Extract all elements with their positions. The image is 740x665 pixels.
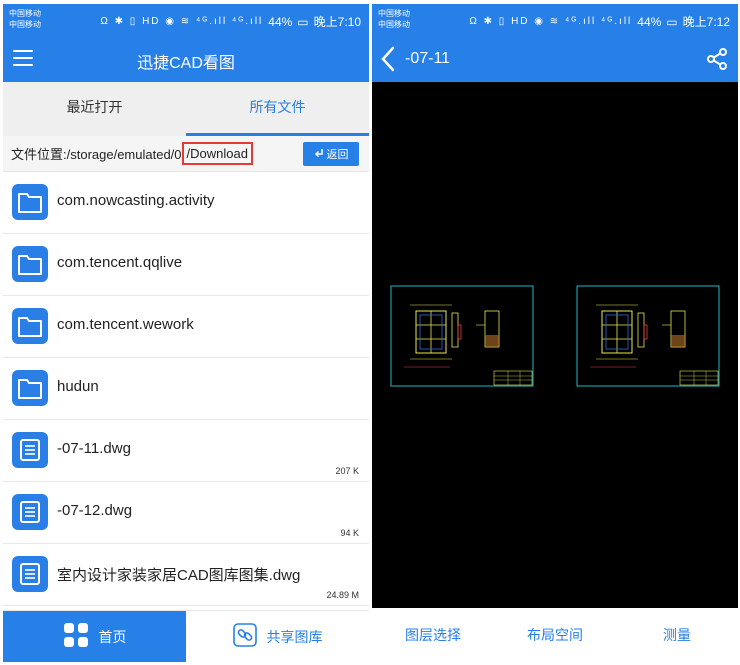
battery-icon: ▭ [297,14,309,29]
folder-icon [12,370,48,406]
clock: 晚上7:12 [682,15,730,29]
file-list: com.nowcasting.activity com.tencent.qqli… [3,172,369,606]
measure-button[interactable]: 测量 [616,608,738,662]
list-item[interactable]: -07-11.dwg 207 K [3,420,369,482]
folder-icon [12,308,48,344]
file-name: com.tencent.wework [57,316,194,333]
carrier-name: 中国移动 [378,9,410,18]
file-name: com.tencent.qqlive [57,254,183,271]
drawing-title: -07-11 [405,50,451,67]
carrier-name: 中国移动 [378,20,410,29]
viewer-header: -07-11 [372,36,738,82]
file-size: 24.89 M [326,590,359,600]
dwg-file-icon [12,494,48,530]
carrier-name: 中国移动 [9,20,41,29]
status-indicator-icons: Ω ✱ ▯ HD ◉ ≋ ⁴ᴳ.ıll ⁴ᴳ.ıll [469,16,633,27]
file-name: com.nowcasting.activity [57,192,215,209]
clock: 晚上7:10 [313,15,361,29]
nav-home-label: 首页 [98,628,127,645]
file-name: hudun [57,378,99,395]
tab-recent[interactable]: 最近打开 [3,82,186,136]
back-button-label: 返回 [326,149,349,161]
app-header: 迅捷CAD看图 [3,36,369,82]
battery-icon: ▭ [666,14,678,29]
file-name: -07-11.dwg [57,440,131,457]
folder-icon [12,246,48,282]
share-icon[interactable] [706,48,728,75]
layout-space-button[interactable]: 布局空间 [494,608,616,662]
nav-home[interactable]: 首页 [3,611,186,662]
tab-all-files[interactable]: 所有文件 [186,82,369,136]
carrier-info: 中国移动 中国移动 [378,8,410,30]
battery-level: 44% [268,14,293,29]
dwg-file-icon [12,556,48,592]
status-bar: 中国移动 中国移动 Ω ✱ ▯ HD ◉ ≋ ⁴ᴳ.ıll ⁴ᴳ.ıll 44%… [3,4,369,36]
list-item[interactable]: com.tencent.wework [3,296,369,358]
list-item[interactable]: com.nowcasting.activity [3,172,369,234]
drawing-canvas[interactable] [372,82,738,608]
home-grid-icon [63,622,89,651]
cad-drawing-sheet [576,285,720,387]
list-item[interactable]: 室内设计家装家居CAD图库图集.dwg 24.89 M [3,544,369,606]
back-button[interactable]: 返回 [303,142,359,166]
chevron-left-icon[interactable] [380,45,396,78]
path-highlighted-segment: /Download [181,142,253,165]
dwg-file-icon [12,432,48,468]
carrier-info: 中国移动 中国移动 [9,8,41,30]
carrier-name: 中国移动 [9,9,41,18]
file-name: -07-12.dwg [57,502,133,519]
list-item[interactable]: com.tencent.qqlive [3,234,369,296]
file-size: 207 K [335,466,359,476]
folder-icon [12,184,48,220]
path-prefix: 文件位置:/storage/emulated/0 [11,147,182,162]
list-item[interactable]: -07-12.dwg 94 K [3,482,369,544]
status-bar: 中国移动 中国移动 Ω ✱ ▯ HD ◉ ≋ ⁴ᴳ.ıll ⁴ᴳ.ıll 44%… [372,4,738,36]
list-item[interactable]: hudun [3,358,369,420]
nav-shared-library[interactable]: 共享图库 [186,611,369,662]
file-name: 室内设计家装家居CAD图库图集.dwg [57,567,301,584]
status-icons: Ω ✱ ▯ HD ◉ ≋ ⁴ᴳ.ıll ⁴ᴳ.ıll 44% ▭ 晚上7:10 [100,13,361,30]
status-icons: Ω ✱ ▯ HD ◉ ≋ ⁴ᴳ.ıll ⁴ᴳ.ıll 44% ▭ 晚上7:12 [469,13,730,30]
bottom-navigation: 首页 共享图库 [3,610,369,662]
file-size: 94 K [340,528,359,538]
right-screen: 中国移动 中国移动 Ω ✱ ▯ HD ◉ ≋ ⁴ᴳ.ıll ⁴ᴳ.ıll 44%… [372,4,738,662]
link-icon [232,623,257,650]
app-title: 迅捷CAD看图 [137,55,235,72]
viewer-toolbar: 图层选择 布局空间 测量 [372,608,738,662]
tab-bar: 最近打开 所有文件 [3,82,369,136]
status-indicator-icons: Ω ✱ ▯ HD ◉ ≋ ⁴ᴳ.ıll ⁴ᴳ.ıll [100,16,264,27]
cad-drawing-sheet [390,285,534,387]
battery-level: 44% [637,14,662,29]
layer-select-button[interactable]: 图层选择 [372,608,494,662]
path-bar: 文件位置:/storage/emulated/0/Download 返回 [3,136,369,172]
nav-shared-library-label: 共享图库 [266,628,323,645]
return-arrow-icon [314,148,324,161]
left-screen: 中国移动 中国移动 Ω ✱ ▯ HD ◉ ≋ ⁴ᴳ.ıll ⁴ᴳ.ıll 44%… [3,4,369,662]
